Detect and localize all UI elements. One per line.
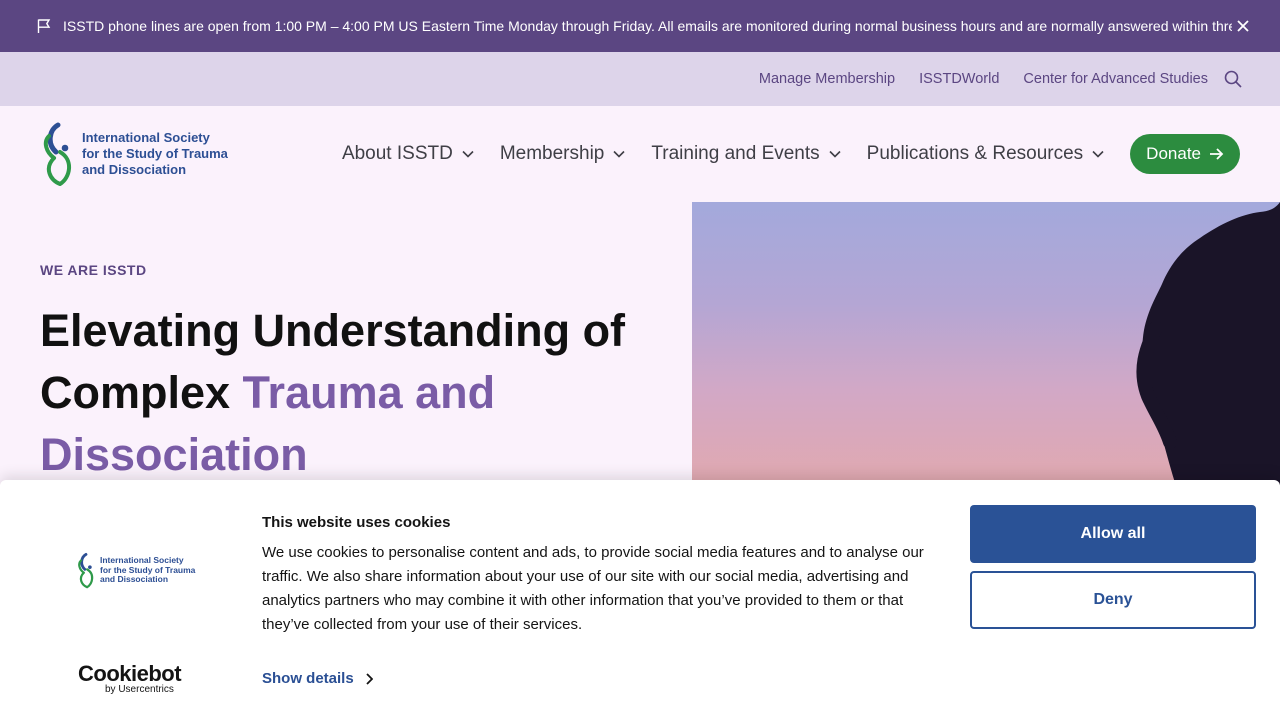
flag-icon — [37, 19, 51, 33]
nav-about-isstd[interactable]: About ISSTD — [342, 143, 474, 165]
cookie-banner-logo-icon — [78, 552, 94, 589]
search-icon[interactable] — [1224, 70, 1242, 88]
hero-eyebrow: WE ARE ISSTD — [40, 262, 147, 278]
donate-button[interactable]: Donate — [1130, 134, 1240, 174]
allow-all-button[interactable]: Allow all — [970, 505, 1256, 563]
cookie-title: This website uses cookies — [262, 514, 451, 531]
close-announcement-button[interactable] — [1232, 15, 1254, 37]
nav-training-events[interactable]: Training and Events — [651, 143, 841, 165]
show-details-link[interactable]: Show details — [262, 670, 373, 687]
chevron-down-icon — [613, 150, 625, 158]
cookiebot-sub: by Usercentrics — [105, 684, 174, 695]
hero-title: Elevating Understanding of Complex Traum… — [40, 305, 626, 480]
cookie-banner-logo-text: International Society for the Study of T… — [100, 555, 196, 584]
isstdworld-link[interactable]: ISSTDWorld — [919, 71, 999, 87]
site-logo[interactable]: International Society for the Study of T… — [40, 122, 228, 186]
chevron-down-icon — [1092, 150, 1104, 158]
close-icon — [1237, 20, 1249, 32]
cookie-body: We use cookies to personalise content an… — [262, 544, 924, 633]
chevron-down-icon — [462, 150, 474, 158]
announcement-bar: ISSTD phone lines are open from 1:00 PM … — [0, 0, 1280, 52]
center-advanced-studies-link[interactable]: Center for Advanced Studies — [1023, 71, 1208, 87]
chevron-down-icon — [829, 150, 841, 158]
site-header: International Society for the Study of T… — [0, 106, 1280, 202]
cookiebot-brand: Cookiebot by Usercentrics — [78, 661, 182, 696]
cookiebot-name: Cookiebot — [78, 661, 182, 686]
main-nav: About ISSTD Membership Training and Even… — [316, 134, 1240, 174]
logo-text: International Society for the Study of T… — [82, 130, 228, 177]
chevron-right-icon — [366, 672, 373, 685]
logo-mark-icon — [43, 122, 71, 186]
arrow-right-icon — [1210, 148, 1224, 160]
hero-image — [692, 202, 1280, 492]
manage-membership-link[interactable]: Manage Membership — [759, 71, 895, 87]
announcement-message: ISSTD phone lines are open from 1:00 PM … — [63, 18, 1232, 34]
utility-nav: Manage Membership ISSTDWorld Center for … — [0, 52, 1280, 106]
person-silhouette-icon — [1136, 202, 1280, 492]
deny-button[interactable]: Deny — [970, 571, 1256, 629]
nav-publications-resources[interactable]: Publications & Resources — [867, 143, 1105, 165]
nav-membership[interactable]: Membership — [500, 143, 626, 165]
